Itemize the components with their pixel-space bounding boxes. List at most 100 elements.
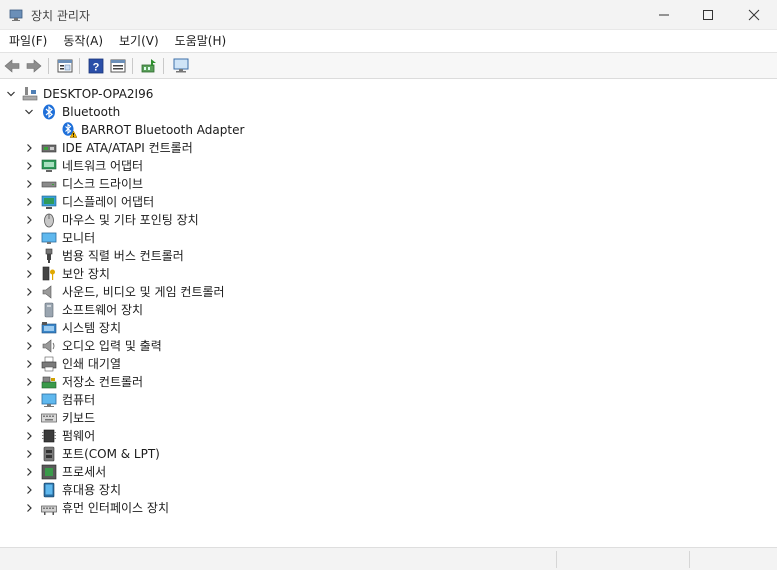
scan-hardware-icon[interactable] [172,57,190,75]
tree-item-bluetooth[interactable]: Bluetooth [0,103,777,121]
chevron-right-icon[interactable] [24,341,34,351]
toolbar-separator [48,58,49,74]
tree-item-portable-devices[interactable]: 휴대용 장치 [0,481,777,499]
help-icon[interactable]: ? [87,57,105,75]
tree-item-label: 펌웨어 [62,429,96,443]
chevron-right-icon[interactable] [24,377,34,387]
tree-item-label: 컴퓨터 [62,393,96,407]
tree-item-label: 네트워크 어댑터 [62,159,144,173]
tree-item-network-adapters[interactable]: 네트워크 어댑터 [0,157,777,175]
chevron-down-icon[interactable] [24,107,34,117]
close-button[interactable] [731,0,777,30]
chevron-right-icon[interactable] [24,449,34,459]
monitor-icon [41,230,57,246]
firmware-chip-icon [41,428,57,444]
tree-item-disk-drives[interactable]: 디스크 드라이브 [0,175,777,193]
computer-icon [41,392,57,408]
chevron-right-icon[interactable] [24,233,34,243]
menu-action[interactable]: 동작(A) [58,30,108,53]
security-key-icon [41,266,57,282]
chevron-right-icon[interactable] [24,251,34,261]
tree-item-label: 인쇄 대기열 [62,357,122,371]
tree-item-storage-controllers[interactable]: 저장소 컨트롤러 [0,373,777,391]
tree-item-label: 사운드, 비디오 및 게임 컨트롤러 [62,285,225,299]
tree-item-label: Bluetooth [62,105,121,119]
chevron-right-icon[interactable] [24,485,34,495]
tree-item-label: 휴먼 인터페이스 장치 [62,501,169,515]
chevron-right-icon[interactable] [24,413,34,423]
tree-item-hid[interactable]: 휴먼 인터페이스 장치 [0,499,777,517]
properties-pane-icon[interactable] [56,57,74,75]
tree-item-barrot-adapter[interactable]: BARROT Bluetooth Adapter [0,121,777,139]
tree-item-label: 마우스 및 기타 포인팅 장치 [62,213,199,227]
status-divider [556,551,557,568]
tree-item-processors[interactable]: 프로세서 [0,463,777,481]
tree-item-security-devices[interactable]: 보안 장치 [0,265,777,283]
close-icon [748,9,760,21]
computer-network-icon [22,86,38,102]
chevron-right-icon[interactable] [24,467,34,477]
tree-item-label: 시스템 장치 [62,321,122,335]
tree-item-usb-controllers[interactable]: 범용 직렬 버스 컨트롤러 [0,247,777,265]
chevron-down-icon[interactable] [6,89,16,99]
keyboard-icon [41,410,57,426]
update-driver-icon[interactable] [140,57,158,75]
chevron-right-icon[interactable] [24,323,34,333]
window-title: 장치 관리자 [31,9,91,23]
device-manager-icon [9,8,23,22]
menu-view[interactable]: 보기(V) [114,30,164,53]
tree-item-computer[interactable]: 컴퓨터 [0,391,777,409]
usb-icon [41,248,57,264]
back-arrow-icon[interactable] [3,57,21,75]
tree-item-audio-io[interactable]: 오디오 입력 및 출력 [0,337,777,355]
tree-item-label: 포트(COM & LPT) [62,447,160,461]
chevron-right-icon[interactable] [24,197,34,207]
tree-item-label: 프로세서 [62,465,107,479]
tree-item-label: 소프트웨어 장치 [62,303,144,317]
tree-item-label: 오디오 입력 및 출력 [62,339,162,353]
tree-item-mice[interactable]: 마우스 및 기타 포인팅 장치 [0,211,777,229]
chevron-right-icon[interactable] [24,287,34,297]
view-pane-icon[interactable] [109,57,127,75]
chevron-right-icon[interactable] [24,503,34,513]
tree-item-print-queues[interactable]: 인쇄 대기열 [0,355,777,373]
tree-item-ide-ata[interactable]: IDE ATA/ATAPI 컨트롤러 [0,139,777,157]
chevron-right-icon[interactable] [24,269,34,279]
toolbar-separator [163,58,164,74]
mouse-icon [41,212,57,228]
chevron-right-icon[interactable] [24,359,34,369]
chevron-right-icon[interactable] [24,305,34,315]
chevron-right-icon[interactable] [24,143,34,153]
chevron-right-icon[interactable] [24,431,34,441]
minimize-button[interactable] [641,0,687,30]
forward-arrow-icon[interactable] [25,57,43,75]
tree-item-ports[interactable]: 포트(COM & LPT) [0,445,777,463]
software-device-icon [41,302,57,318]
disk-drive-icon [41,176,57,192]
menu-help[interactable]: 도움말(H) [170,30,232,53]
human-interface-device-icon [41,500,57,516]
tree-item-keyboards[interactable]: 키보드 [0,409,777,427]
chevron-right-icon[interactable] [24,161,34,171]
ide-controller-icon [41,140,57,156]
chevron-right-icon[interactable] [24,395,34,405]
tree-item-firmware[interactable]: 펌웨어 [0,427,777,445]
menu-file[interactable]: 파일(F) [4,30,52,53]
tree-item-software-devices[interactable]: 소프트웨어 장치 [0,301,777,319]
processor-icon [41,464,57,480]
status-bar [0,547,777,570]
status-divider [689,551,690,568]
audio-io-icon [41,338,57,354]
toolbar: ? [0,53,777,79]
display-adapter-icon [41,194,57,210]
maximize-button[interactable] [685,0,731,30]
chevron-right-icon[interactable] [24,179,34,189]
tree-item-sound-video-game[interactable]: 사운드, 비디오 및 게임 컨트롤러 [0,283,777,301]
tree-item-monitors[interactable]: 모니터 [0,229,777,247]
tree-item-system-devices[interactable]: 시스템 장치 [0,319,777,337]
speaker-icon [41,284,57,300]
device-tree[interactable]: DESKTOP-OPA2I96 Bluetooth BARROT Bluetoo… [0,80,777,547]
chevron-right-icon[interactable] [24,215,34,225]
tree-root[interactable]: DESKTOP-OPA2I96 [0,85,777,103]
tree-item-display-adapters[interactable]: 디스플레이 어댑터 [0,193,777,211]
